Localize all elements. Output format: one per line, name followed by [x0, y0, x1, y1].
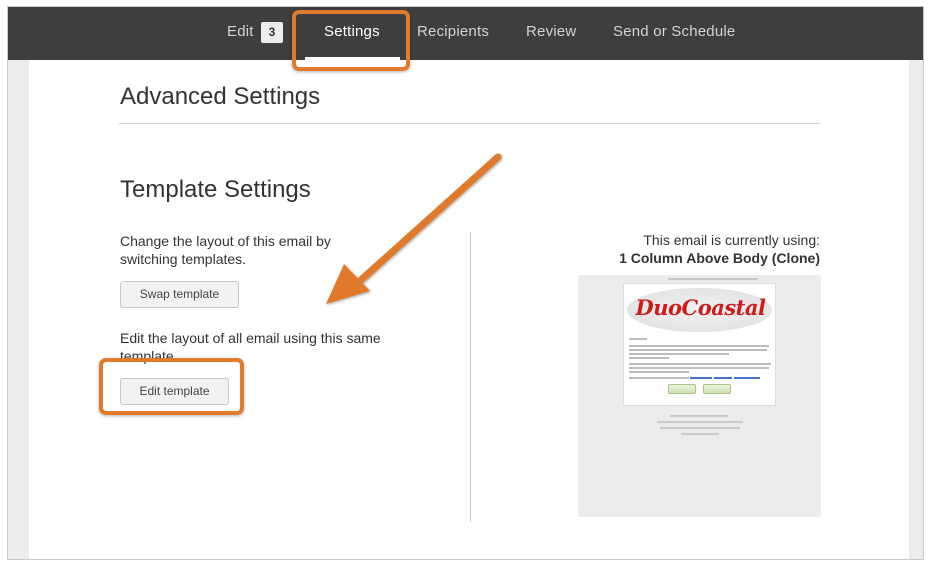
- screenshot-frame: Edit 3 Settings Recipients Review Send o…: [0, 0, 932, 564]
- preview-footer-line: [681, 433, 719, 435]
- current-template-label: This email is currently using:: [643, 232, 820, 248]
- edit-template-button[interactable]: Edit template: [120, 378, 229, 405]
- preview-text-line: [629, 353, 729, 355]
- preview-email-card: DuoCoastal: [623, 283, 776, 406]
- preview-footer-line: [660, 427, 740, 429]
- preview-text-line: [629, 371, 689, 373]
- preview-text-line: [629, 377, 689, 379]
- nav-tab-edit[interactable]: Edit: [227, 23, 254, 40]
- nav-tab-settings[interactable]: Settings: [324, 23, 380, 40]
- preview-footer-line: [670, 415, 728, 417]
- section-title: Template Settings: [120, 176, 311, 203]
- calendar-badge-icon: [703, 384, 731, 394]
- preview-text-line: [629, 345, 769, 347]
- preview-text-line: [629, 367, 769, 369]
- preview-text-line: [629, 349, 767, 351]
- calendar-badge-icon: [668, 384, 696, 394]
- edit-template-description: Edit the layout of all email using this …: [120, 330, 381, 364]
- preview-footer-line: [657, 421, 743, 423]
- column-divider: [470, 232, 471, 522]
- preview-link-line: [714, 377, 732, 379]
- preview-link-line: [690, 377, 712, 379]
- current-template-name: 1 Column Above Body (Clone): [619, 250, 820, 266]
- email-editor-window: Edit 3 Settings Recipients Review Send o…: [7, 6, 924, 560]
- preview-text-line: [629, 338, 647, 340]
- nav-tab-send-or-schedule[interactable]: Send or Schedule: [613, 23, 735, 40]
- nav-tab-review[interactable]: Review: [526, 23, 576, 40]
- preview-text-line: [629, 357, 669, 359]
- swap-template-description: Change the layout of this email by switc…: [120, 233, 331, 267]
- top-navigation-bar: Edit 3 Settings Recipients Review Send o…: [8, 7, 923, 60]
- main-content-panel: Advanced Settings Template Settings Chan…: [29, 60, 909, 559]
- title-divider: [119, 123, 820, 124]
- template-preview-thumbnail[interactable]: DuoCoastal: [578, 275, 821, 517]
- swap-template-button[interactable]: Swap template: [120, 281, 239, 308]
- duocoastal-logo: DuoCoastal: [635, 295, 766, 320]
- preview-header-text: [668, 278, 758, 280]
- preview-text-line: [629, 363, 771, 365]
- nav-tab-recipients[interactable]: Recipients: [417, 23, 489, 40]
- edit-count-badge: 3: [261, 22, 283, 43]
- page-title: Advanced Settings: [120, 83, 321, 110]
- preview-link-line: [734, 377, 760, 379]
